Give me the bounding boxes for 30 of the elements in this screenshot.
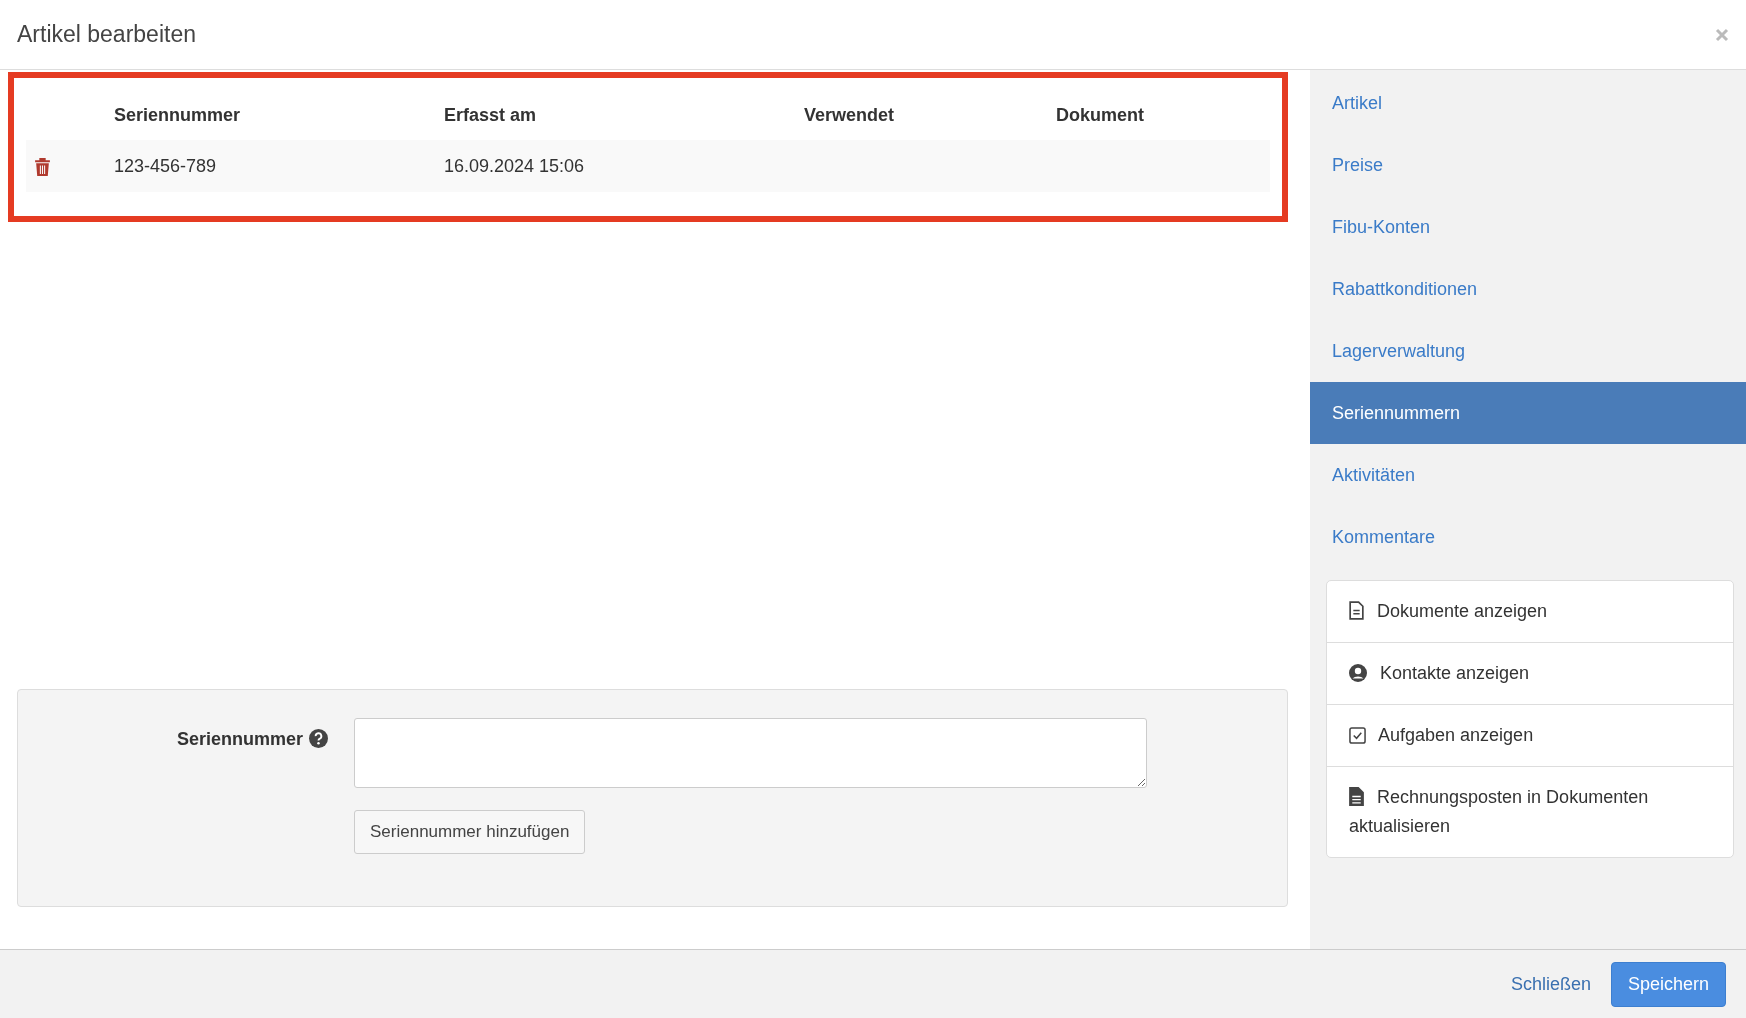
checkbox-icon [1349,727,1366,744]
action-item[interactable]: Rechnungsposten in Dokumenten aktualisieren [1327,767,1733,857]
sidebar-item[interactable]: Aktivitäten [1310,444,1746,506]
sidebar-item[interactable]: Preise [1310,134,1746,196]
column-header: Erfasst am [444,104,538,126]
save-button[interactable]: Speichern [1610,961,1726,1007]
column-header: Dokument [1056,104,1145,126]
action-item[interactable]: Dokumente anzeigen [1327,581,1733,643]
action-item[interactable]: Aufgaben anzeigen [1327,705,1733,767]
sidebar-item[interactable]: Rabattkonditionen [1310,258,1746,320]
table-cell-text: 16.09.2024 15:06 [444,155,586,177]
close-link[interactable]: Schließen [1510,973,1591,995]
sidebar-item[interactable]: Kommentare [1310,506,1746,568]
add-serial-button[interactable]: Seriennummer hinzufügen [354,810,586,854]
trash-icon[interactable] [34,156,51,176]
user-circle-icon [1349,664,1367,682]
sidebar-item[interactable]: Fibu-Konten [1310,196,1746,258]
field-label: Seriennummer [176,729,303,750]
serial-number-field[interactable] [354,718,1147,788]
sidebar-item[interactable]: Artikel [1310,72,1746,134]
column-header: Seriennummer [114,104,242,126]
sidebar-item[interactable]: Seriennummern [1310,382,1746,444]
help-icon[interactable] [309,729,328,748]
table-cell-text: 123-456-789 [114,155,218,177]
action-item[interactable]: Kontakte anzeigen [1327,643,1733,705]
dialog-title: Artikel bearbeiten [17,21,196,48]
sidebar-item[interactable]: Lagerverwaltung [1310,320,1746,382]
document-icon [1349,601,1364,620]
document-icon [1349,787,1364,806]
column-header: Verwendet [804,104,896,126]
